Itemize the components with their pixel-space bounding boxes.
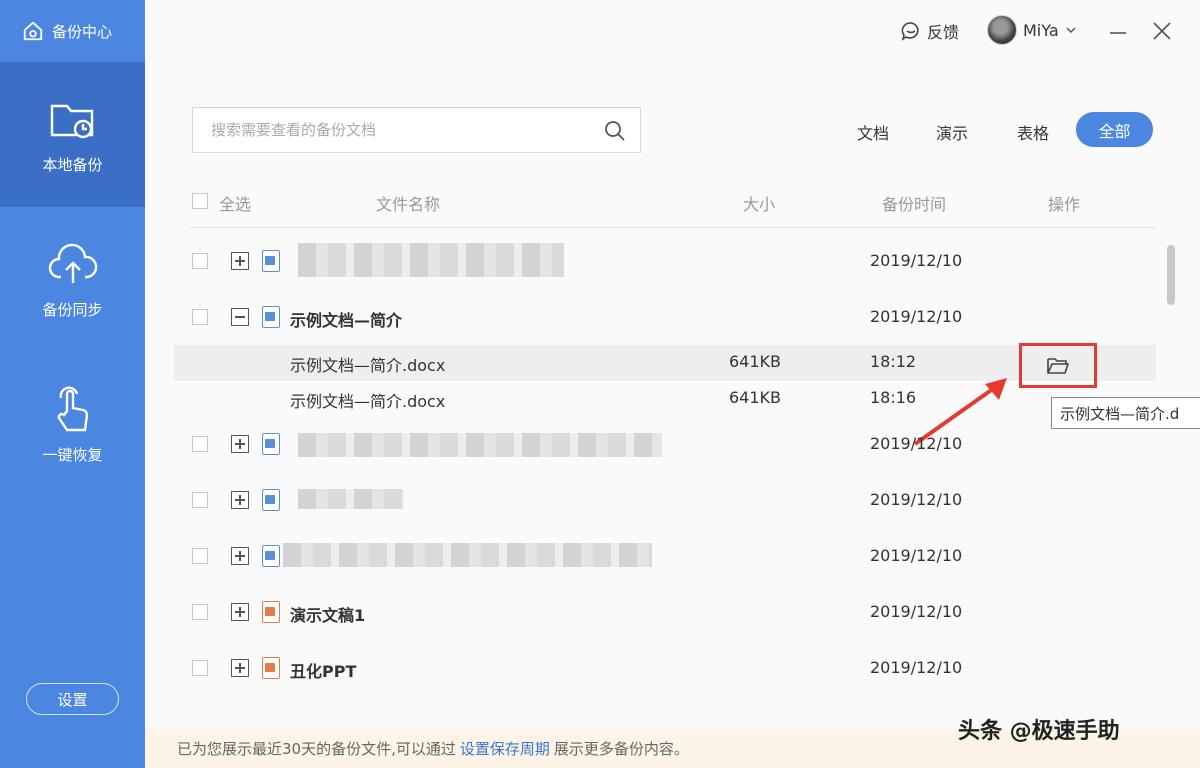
row-checkbox[interactable] [192, 436, 208, 452]
expand-toggle[interactable] [231, 547, 249, 565]
chevron-down-icon [1066, 27, 1076, 34]
ppt-icon [262, 601, 280, 623]
row-checkbox[interactable] [192, 309, 208, 325]
open-folder-button[interactable] [1019, 343, 1097, 388]
row-date: 2019/12/10 [870, 307, 963, 326]
word-doc-icon [262, 545, 280, 567]
sidebar-item-local-backup[interactable]: 本地备份 [0, 62, 145, 207]
header-action: 操作 [1048, 195, 1081, 214]
word-doc-icon [262, 306, 280, 328]
app-title: 备份中心 [52, 22, 113, 41]
filter-spreadsheets[interactable]: 表格 [1017, 120, 1049, 144]
subrow-file-name: 示例文档—简介.docx [290, 356, 446, 375]
chat-bubble-icon [901, 22, 919, 41]
sidebar-item-label: 备份同步 [42, 301, 103, 319]
header-backup-time: 备份时间 [882, 195, 947, 214]
expand-toggle[interactable] [231, 603, 249, 621]
username: MiYa [1023, 20, 1059, 40]
expand-toggle[interactable] [231, 435, 249, 453]
app-header: 备份中心 [0, 0, 145, 62]
word-doc-icon [262, 489, 280, 511]
row-file-name[interactable]: 示例文档—简介 [290, 307, 402, 331]
blurred-file-name [298, 243, 564, 277]
filter-documents[interactable]: 文档 [857, 120, 889, 144]
close-icon[interactable] [1151, 20, 1173, 42]
header-divider [190, 227, 1156, 228]
row-date: 2019/12/10 [870, 602, 963, 621]
feedback-label: 反馈 [927, 23, 960, 42]
word-doc-icon [262, 433, 280, 455]
user-menu[interactable]: MiYa [987, 15, 1077, 45]
folder-clock-icon [50, 104, 93, 139]
row-checkbox[interactable] [192, 253, 208, 269]
footer-suffix: 展示更多备份内容。 [553, 740, 689, 758]
search-input[interactable] [211, 121, 601, 139]
header-file-name: 文件名称 [376, 195, 441, 214]
filter-presentations[interactable]: 演示 [936, 120, 968, 144]
home-backup-icon [23, 21, 43, 41]
watermark: 头条 @极速手助 [958, 719, 1120, 744]
word-doc-icon [262, 250, 280, 272]
row-date: 2019/12/10 [870, 251, 963, 270]
file-name-tooltip: 示例文档—简介.d [1051, 397, 1200, 429]
row-date: 2019/12/10 [870, 658, 963, 677]
row-date: 2019/12/10 [870, 546, 963, 565]
sidebar-item-label: 本地备份 [42, 156, 103, 174]
scrollbar[interactable] [1167, 245, 1175, 305]
feedback-button[interactable]: 反馈 [901, 19, 959, 43]
subrow-file-name: 示例文档—简介.docx [290, 392, 446, 411]
row-checkbox[interactable] [192, 660, 208, 676]
blurred-file-name [298, 489, 404, 509]
row-file-name[interactable]: 丑化PPT [290, 658, 356, 682]
header-select-all: 全选 [219, 195, 252, 214]
subrow-time: 18:12 [870, 352, 917, 371]
row-checkbox[interactable] [192, 492, 208, 508]
ppt-icon [262, 657, 280, 679]
select-all-checkbox[interactable] [192, 193, 208, 209]
folder-open-icon [1047, 357, 1070, 374]
settings-button[interactable]: 设置 [26, 683, 119, 715]
subrow-size: 641KB [729, 388, 782, 407]
row-file-name[interactable]: 演示文稿1 [290, 602, 365, 626]
sidebar: 备份中心 本地备份 备份同步 一键恢复 设置 [0, 0, 145, 768]
blurred-file-name [283, 543, 652, 567]
row-date: 2019/12/10 [870, 490, 963, 509]
minimize-icon[interactable] [1107, 20, 1129, 42]
expand-toggle[interactable] [231, 659, 249, 677]
hand-pointer-icon [57, 386, 88, 432]
cloud-upload-icon [48, 243, 97, 283]
expand-toggle[interactable] [231, 252, 249, 270]
sidebar-item-label: 一键恢复 [42, 446, 103, 464]
retention-settings-link[interactable]: 设置保存周期 [460, 738, 550, 759]
collapse-toggle[interactable] [231, 308, 249, 326]
subrow-size: 641KB [729, 352, 782, 371]
blurred-file-name [298, 433, 662, 457]
sidebar-item-one-click-restore[interactable]: 一键恢复 [0, 352, 145, 497]
footer-prefix: 已为您展示最近30天的备份文件,可以通过 [177, 740, 456, 758]
filter-all[interactable]: 全部 [1076, 112, 1153, 147]
sidebar-item-backup-sync[interactable]: 备份同步 [0, 207, 145, 352]
row-checkbox[interactable] [192, 604, 208, 620]
search-icon[interactable] [604, 120, 626, 142]
header-size: 大小 [743, 195, 776, 214]
row-date: 2019/12/10 [870, 434, 963, 453]
row-checkbox[interactable] [192, 548, 208, 564]
expand-toggle[interactable] [231, 491, 249, 509]
avatar [987, 15, 1017, 45]
search-box[interactable] [192, 107, 641, 153]
title-bar: 反馈 MiYa [145, 0, 1200, 62]
